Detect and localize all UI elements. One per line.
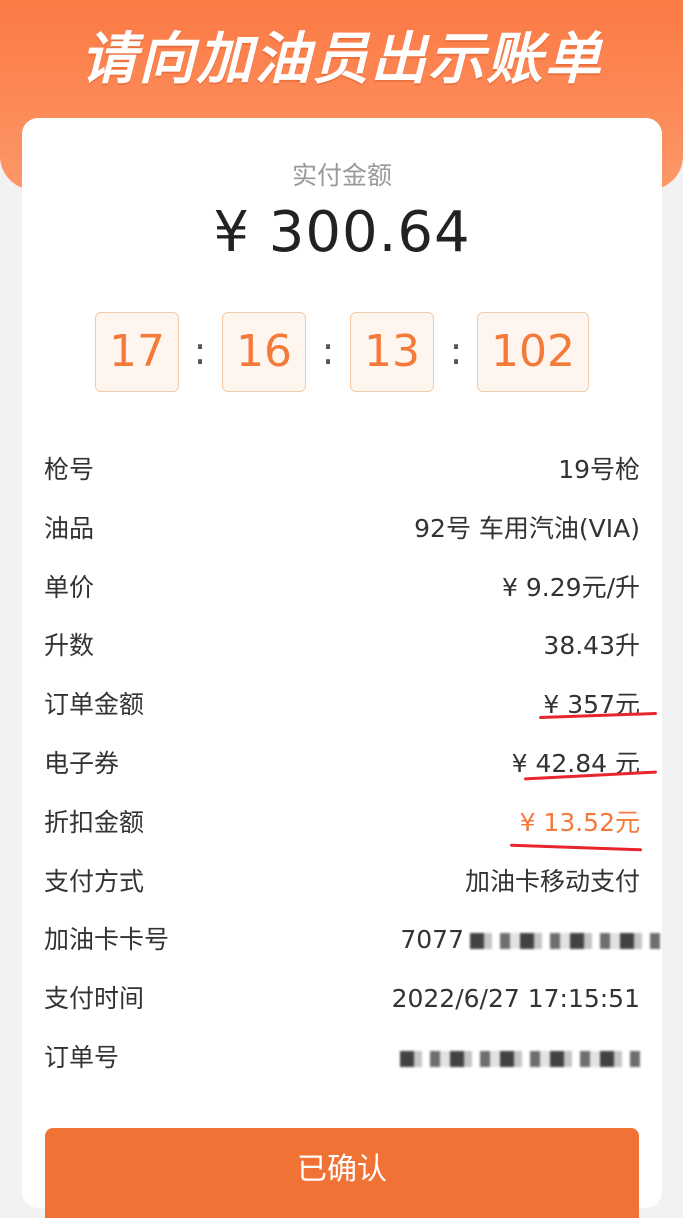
- detail-label: 油品: [44, 514, 95, 543]
- timer-separator: :: [449, 329, 463, 373]
- bill-card: 实付金额 ¥ 300.64 17 : 16 : 13 : 102 枪号 19号枪…: [22, 118, 662, 1218]
- timer-milliseconds: 102: [477, 312, 589, 392]
- timer-separator: :: [193, 329, 207, 373]
- detail-row-liters: 升数 38.43升: [44, 626, 640, 666]
- redacted-mask: [400, 1051, 640, 1067]
- annotation-underline: [509, 843, 643, 852]
- banner-title: 请向加油员出示账单: [80, 27, 603, 92]
- detail-row-fuel: 油品 92号 车用汽油(VIA): [44, 509, 640, 549]
- detail-label: 订单号: [44, 1043, 120, 1072]
- detail-row-payment-time: 支付时间 2022/6/27 17:15:51: [44, 979, 640, 1019]
- detail-value: 38.43升: [543, 631, 640, 660]
- detail-value: ¥ 13.52元: [519, 808, 640, 837]
- detail-row-order-amount: 订单金额 ¥ 357元: [44, 685, 640, 725]
- detail-row-payment-method: 支付方式 加油卡移动支付: [44, 862, 640, 902]
- detail-value: 19号枪: [558, 455, 640, 484]
- paid-amount-label: 实付金额: [291, 161, 392, 190]
- card-number-prefix: 7077: [400, 925, 464, 954]
- detail-value: [394, 1038, 640, 1078]
- timer-separator: :: [321, 329, 335, 373]
- detail-label: 电子券: [44, 749, 120, 778]
- detail-row-discount: 折扣金额 ¥ 13.52元: [44, 803, 640, 843]
- detail-label: 支付方式: [44, 867, 145, 896]
- detail-value: ¥ 9.29元/升: [502, 573, 640, 602]
- detail-label: 枪号: [44, 455, 95, 484]
- detail-value: 7077: [400, 920, 660, 960]
- detail-row-nozzle: 枪号 19号枪: [44, 450, 640, 490]
- detail-label: 折扣金额: [44, 808, 145, 837]
- timer-hours: 17: [95, 312, 179, 392]
- detail-label: 升数: [44, 631, 95, 660]
- paid-amount-value: ¥ 300.64: [213, 200, 471, 265]
- detail-value: ¥ 357元: [543, 690, 640, 719]
- redacted-mask: [470, 933, 660, 949]
- confirmed-button[interactable]: 已确认: [45, 1128, 639, 1218]
- detail-label: 加油卡卡号: [44, 925, 170, 954]
- timer-seconds: 13: [350, 312, 434, 392]
- timer-minutes: 16: [222, 312, 306, 392]
- detail-value: 加油卡移动支付: [464, 867, 640, 896]
- detail-row-card-number: 加油卡卡号 7077: [44, 920, 660, 960]
- detail-row-unit-price: 单价 ¥ 9.29元/升: [44, 568, 640, 608]
- countdown-timer: 17 : 16 : 13 : 102: [22, 312, 662, 394]
- detail-label: 支付时间: [44, 984, 145, 1013]
- detail-value: 92号 车用汽油(VIA): [414, 514, 640, 543]
- detail-label: 单价: [44, 573, 95, 602]
- detail-label: 订单金额: [44, 690, 145, 719]
- detail-row-order-number: 订单号: [44, 1038, 640, 1078]
- detail-value: 2022/6/27 17:15:51: [391, 984, 640, 1013]
